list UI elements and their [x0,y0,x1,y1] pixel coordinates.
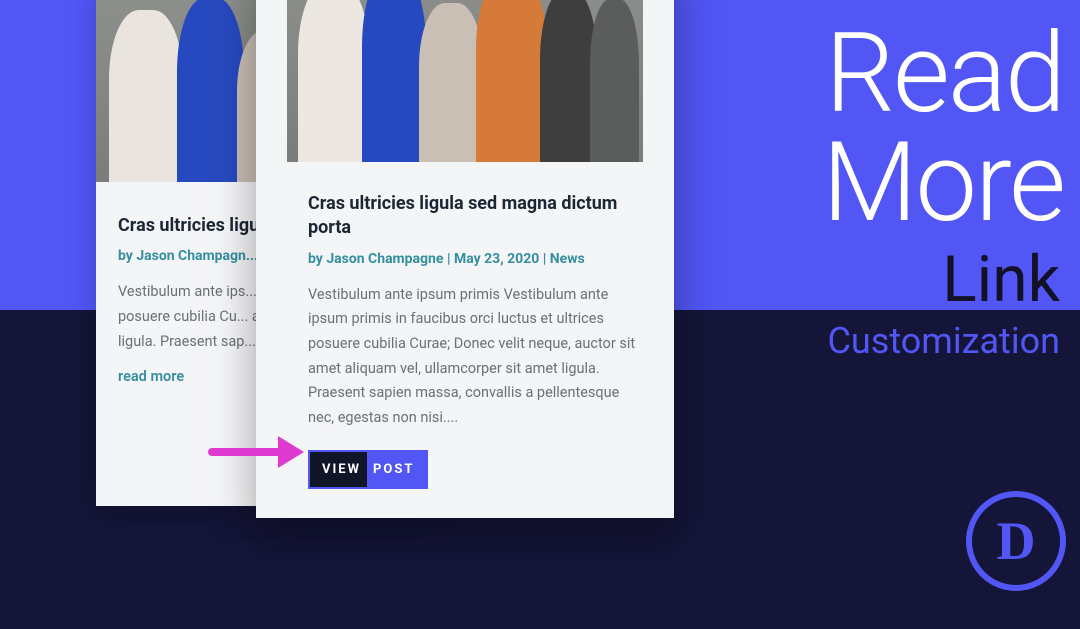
post-meta-front: by Jason Champagne | May 23, 2020 | News [308,251,640,267]
headline-sub2: Customization [827,320,1060,362]
headline-block: Read More [822,22,1064,235]
view-post-label-part2: POST [367,452,426,487]
post-excerpt-front: Vestibulum ante ipsum primis Vestibulum … [308,283,640,431]
meta-author-link[interactable]: Jason Champagne [326,251,443,267]
meta-sep2: | [539,251,550,267]
readmore-link[interactable]: read more [118,368,184,385]
post-title-front[interactable]: Cras ultricies ligula sed magna dictum p… [308,192,640,241]
headline-sub1: Link [942,242,1060,317]
callout-arrow-icon [208,430,304,474]
meta-date: May 23, 2020 [454,251,539,267]
post-card-front: Cras ultricies ligula sed magna dictum p… [256,0,674,518]
meta-by: by [308,251,326,267]
meta-sep1: | [443,251,454,267]
page-root: Read More Link Customization D Cras ultr… [0,0,1080,629]
post-body-front: Cras ultricies ligula sed magna dictum p… [256,162,674,513]
post-image-front [287,0,643,162]
headline-line1: Read [822,22,1064,127]
meta-category-link[interactable]: News [550,251,585,267]
view-post-button[interactable]: VIEW POST [308,450,428,489]
view-post-label-part1: VIEW [310,452,367,487]
headline-line2: More [822,131,1064,236]
divi-logo-letter: D [997,510,1036,572]
divi-logo: D [966,491,1066,591]
